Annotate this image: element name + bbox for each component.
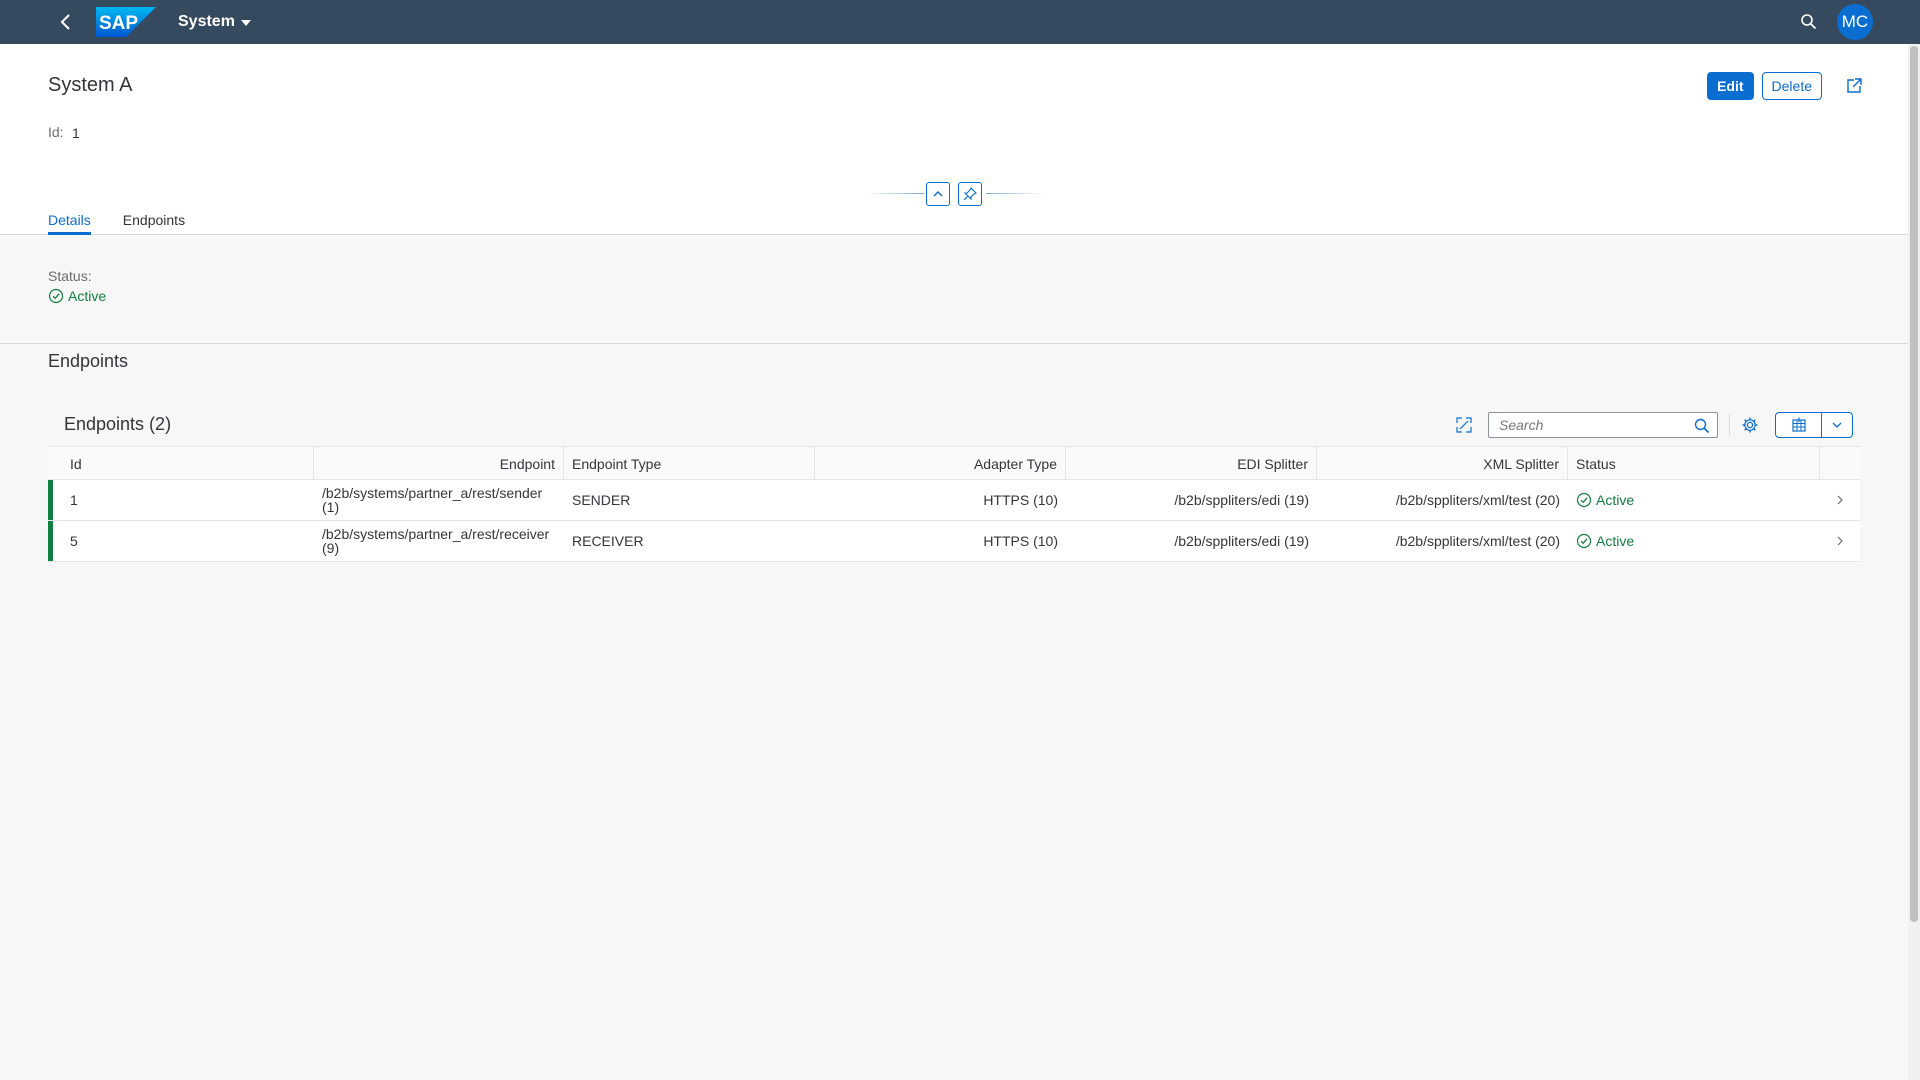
status-text: Active: [1596, 492, 1635, 508]
divider: [866, 193, 924, 194]
avatar[interactable]: MC: [1837, 4, 1873, 40]
cell-endpoint-type: RECEIVER: [572, 533, 644, 549]
scrollbar-thumb[interactable]: [1910, 46, 1918, 922]
cell-xml-splitter: /b2b/sppliters/xml/test (20): [1395, 533, 1560, 549]
table-header-row: Id Endpoint Endpoint Type Adapter Type E…: [48, 446, 1860, 481]
back-arrow-icon[interactable]: [56, 12, 76, 32]
header-actions: Edit Delete: [1707, 72, 1868, 100]
endpoints-table: Id Endpoint Endpoint Type Adapter Type E…: [48, 446, 1860, 562]
id-value: 1: [72, 125, 80, 141]
divider: [986, 193, 1044, 194]
settings-icon[interactable]: [1736, 412, 1764, 438]
cell-endpoint: /b2b/systems/partner_a/rest/sender (1): [314, 480, 564, 520]
object-header: System A Edit Delete Id: 1 Details Endpo…: [0, 44, 1908, 235]
page-title: System A: [48, 74, 133, 96]
cell-status: Active: [1568, 480, 1820, 520]
column-header-nav: [1820, 447, 1860, 481]
status-label: Status:: [48, 268, 92, 284]
cell-edi-splitter: /b2b/sppliters/edi (19): [1174, 492, 1309, 508]
share-icon[interactable]: [1840, 72, 1868, 100]
cell-status: Active: [1568, 521, 1820, 561]
cell-endpoint-type: SENDER: [572, 492, 631, 508]
cell-endpoint: /b2b/systems/partner_a/rest/receiver (9): [314, 521, 564, 561]
cell-adapter-type: HTTPS (10): [983, 492, 1058, 508]
cell-id: 5: [70, 533, 78, 549]
row-highlight: [48, 480, 53, 520]
details-section: Status: Active: [0, 236, 1908, 344]
shell-bar: SAP System MC: [0, 0, 1920, 44]
column-header-xml-splitter[interactable]: XML Splitter: [1317, 447, 1568, 481]
cell-xml-splitter: /b2b/sppliters/xml/test (20): [1395, 492, 1560, 508]
tab-details[interactable]: Details: [48, 206, 91, 235]
status-badge: Active: [1576, 492, 1634, 508]
chevron-down-icon[interactable]: [1822, 413, 1852, 437]
chevron-right-icon[interactable]: [1820, 521, 1860, 561]
check-circle-icon: [48, 288, 64, 304]
search-icon[interactable]: [1693, 417, 1711, 435]
cell-adapter-type: HTTPS (10): [983, 533, 1058, 549]
pin-icon[interactable]: [958, 182, 982, 206]
app-title: System: [178, 13, 235, 30]
delete-button[interactable]: Delete: [1761, 72, 1822, 100]
collapse-header-icon[interactable]: [926, 182, 950, 206]
vertical-scrollbar[interactable]: [1908, 44, 1920, 1080]
check-circle-icon: [1576, 492, 1592, 508]
column-header-id[interactable]: Id: [48, 447, 314, 481]
column-header-endpoint[interactable]: Endpoint: [314, 447, 564, 481]
id-label: Id:: [48, 124, 64, 140]
cell-edi-splitter: /b2b/sppliters/edi (19): [1174, 533, 1309, 549]
chevron-right-icon[interactable]: [1820, 480, 1860, 520]
search-input[interactable]: [1489, 413, 1679, 437]
row-highlight: [48, 521, 53, 561]
endpoint-id: (9): [322, 540, 340, 556]
search-field: [1488, 412, 1718, 438]
header-collapse-bar: [866, 182, 1044, 206]
caret-down-icon: [240, 20, 251, 26]
export-icon[interactable]: [1776, 413, 1822, 437]
fullscreen-icon[interactable]: [1450, 412, 1478, 438]
export-button: [1775, 412, 1853, 438]
column-header-status[interactable]: Status: [1568, 447, 1820, 481]
status-badge: Active: [1576, 533, 1634, 549]
edit-button[interactable]: Edit: [1707, 72, 1754, 100]
table-row[interactable]: 1 /b2b/systems/partner_a/rest/sender (1)…: [48, 480, 1860, 521]
section-title-endpoints: Endpoints: [48, 351, 129, 371]
app-title-menu[interactable]: System: [178, 13, 251, 31]
column-header-adapter-type[interactable]: Adapter Type: [815, 447, 1066, 481]
table-row[interactable]: 5 /b2b/systems/partner_a/rest/receiver (…: [48, 521, 1860, 562]
search-icon[interactable]: [1799, 12, 1819, 32]
endpoint-id: (1): [322, 499, 340, 515]
status-badge: Active: [48, 288, 106, 304]
divider: [1729, 414, 1730, 436]
tab-bar: Details Endpoints: [48, 206, 185, 235]
column-header-endpoint-type[interactable]: Endpoint Type: [564, 447, 815, 481]
sap-logo-text: SAP: [99, 13, 138, 34]
status-text: Active: [1596, 533, 1635, 549]
check-circle-icon: [1576, 533, 1592, 549]
sap-logo[interactable]: SAP: [96, 7, 156, 37]
cell-id: 1: [70, 492, 78, 508]
table-title: Endpoints (2): [64, 414, 172, 434]
tab-endpoints[interactable]: Endpoints: [123, 206, 185, 235]
status-text: Active: [68, 288, 107, 304]
column-header-edi-splitter[interactable]: EDI Splitter: [1066, 447, 1317, 481]
endpoint-path: /b2b/systems/partner_a/rest/sender: [322, 485, 543, 501]
endpoint-path: /b2b/systems/partner_a/rest/receiver: [322, 526, 550, 542]
